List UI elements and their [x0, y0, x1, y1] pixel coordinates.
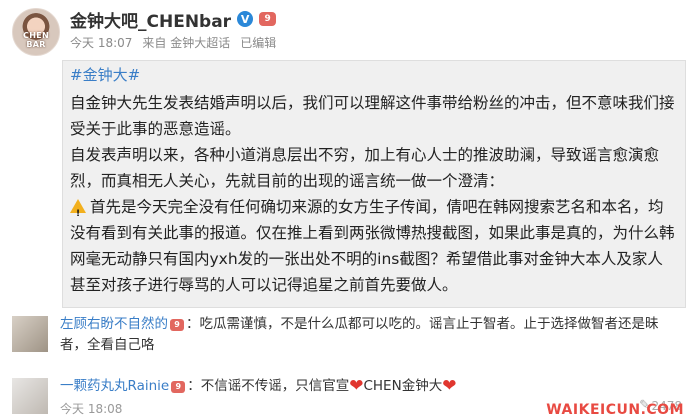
avatar-caption: CHEN BAR	[23, 31, 49, 49]
comment-time: 今天 18:08	[60, 402, 123, 416]
level-badge-icon: 9	[171, 381, 186, 393]
site-watermark: WAIKEICUN.COM	[546, 402, 684, 418]
post-source[interactable]: 来自 金钟大超话	[142, 34, 230, 51]
author-avatar[interactable]: CHEN BAR	[12, 8, 60, 56]
verified-icon: V	[237, 11, 254, 27]
post-time[interactable]: 今天 18:07	[70, 34, 132, 51]
paragraph-2: 自发表声明以来，各种小道消息层出不穷，加上有心人士的推波助澜，导致谣言愈演愈烈，…	[70, 146, 660, 190]
comment-body-b: CHEN金钟大	[363, 378, 443, 394]
commenter-name[interactable]: 一颗药丸丸Rainie	[60, 378, 169, 394]
level-badge-icon: 9	[170, 319, 184, 331]
author-name[interactable]: 金钟大吧_CHENbar	[70, 7, 231, 32]
commenter-avatar[interactable]	[12, 316, 48, 352]
topic-tag[interactable]: #金钟大#	[70, 64, 140, 85]
level-badge-icon: 9	[259, 12, 277, 26]
comment-item: 左顾右盼不自然的 9 ：吃瓜需谨慎，不是什么瓜都可以吃的。谣言止于智者。止于选择做智…	[0, 312, 690, 372]
comment-text: 左顾右盼不自然的 9 ：吃瓜需谨慎，不是什么瓜都可以吃的。谣言止于智者。止于选择做智…	[60, 314, 660, 356]
comment-text: 一颗药丸丸Rainie 9 ：不信谣不传谣，只信官宣❤CHEN金钟大❤	[60, 376, 660, 397]
heart-icon: ❤	[349, 376, 364, 396]
comment-body-a: ：不信谣不传谣，只信官宣	[187, 378, 350, 394]
post-meta: 今天 18:07 来自 金钟大超话 已编辑	[70, 34, 276, 51]
paragraph-3-text: 首先是今天完全没有任何确切来源的女方生子传闻，倩吧在韩网搜索艺名和本名，均没有看…	[70, 198, 675, 294]
commenter-name[interactable]: 左顾右盼不自然的	[60, 316, 168, 332]
commenter-avatar[interactable]	[12, 378, 48, 414]
paragraph-1: 自金钟大先生发表结婚声明以后，我们可以理解这件事带给粉丝的冲击，但不意味我们接受…	[70, 94, 675, 138]
heart-icon: ❤	[442, 376, 457, 396]
warning-icon: !	[70, 199, 86, 219]
post-body: 自金钟大先生发表结婚声明以后，我们可以理解这件事带给粉丝的冲击，但不意味我们接受…	[70, 90, 676, 298]
paragraph-3: ! 首先是今天完全没有任何确切来源的女方生子传闻，倩吧在韩网搜索艺名和本名，均没有…	[70, 194, 676, 298]
author-name-row: 金钟大吧_CHENbar V 9	[70, 6, 277, 32]
post-header: CHEN BAR 金钟大吧_CHENbar V 9 今天 18:07 来自 金钟…	[0, 0, 690, 62]
edited-label: 已编辑	[240, 36, 277, 50]
